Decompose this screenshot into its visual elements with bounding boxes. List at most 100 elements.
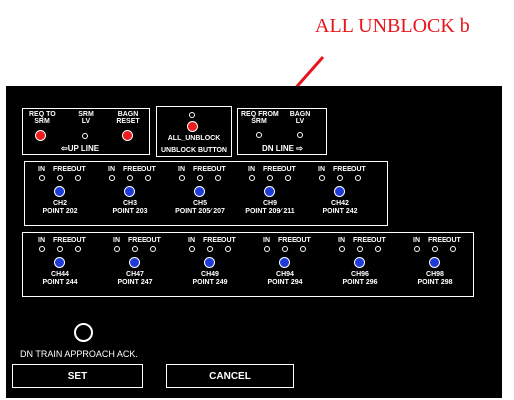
dn-line-caption: DN LINE ⇨ xyxy=(262,144,303,153)
channel-label: CH42 xyxy=(331,200,349,207)
point-label: POINT 249 xyxy=(192,279,228,286)
indicator-in-lamp xyxy=(189,246,195,252)
indicator-out-label: OUT xyxy=(221,237,236,244)
indicator-in-label: IN xyxy=(188,237,195,244)
indicator-free-label: FREE xyxy=(278,237,297,244)
indicator-in-label: IN xyxy=(338,237,345,244)
point-label: POINT 244 xyxy=(42,279,78,286)
unblock-button-caption: UNBLOCK BUTTON xyxy=(161,147,227,154)
point-button[interactable] xyxy=(429,257,440,268)
point-label: POINT 247 xyxy=(117,279,153,286)
indicator-in-lamp xyxy=(39,175,45,181)
points-row-1: IN FREE OUT CH2 POINT 202 IN FREE OUT CH3 POINT 2… xyxy=(24,161,388,226)
point-label: POINT 294 xyxy=(267,279,303,286)
all-unblock-button[interactable] xyxy=(187,121,198,132)
point-label: POINT 202 xyxy=(42,208,78,215)
indicator-free-lamp xyxy=(432,246,438,252)
point-button[interactable] xyxy=(54,186,65,197)
point-group: IN FREE OUT CH42 POINT 242 xyxy=(318,162,380,226)
indicator-free-label: FREE xyxy=(203,237,222,244)
indicator-free-lamp xyxy=(132,246,138,252)
dn-train-approach-ack-lamp[interactable] xyxy=(74,323,93,342)
channel-label: CH44 xyxy=(51,271,69,278)
bagn-lv-lamp xyxy=(297,132,303,138)
indicator-free-lamp xyxy=(267,175,273,181)
indicator-free-label: FREE xyxy=(128,237,147,244)
point-button[interactable] xyxy=(354,257,365,268)
point-button[interactable] xyxy=(124,186,135,197)
point-group: IN FREE OUT CH49 POINT 249 xyxy=(188,233,250,297)
req-to-srm-label: REQ TO SRM xyxy=(29,111,56,125)
indicator-out-label: OUT xyxy=(141,166,156,173)
indicator-free-label: FREE xyxy=(123,166,142,173)
indicator-free-lamp xyxy=(57,246,63,252)
indicator-in-lamp xyxy=(39,246,45,252)
channel-label: CH3 xyxy=(122,200,137,207)
indicator-in-label: IN xyxy=(178,166,185,173)
srm-lv-lamp xyxy=(82,133,88,139)
indicator-in-lamp xyxy=(414,246,420,252)
channel-label: CH94 xyxy=(276,271,294,278)
channel-label: CH5 xyxy=(192,200,207,207)
point-group: IN FREE OUT CH47 POINT 247 xyxy=(113,233,175,297)
indicator-out-label: OUT xyxy=(71,237,86,244)
indicator-out-lamp xyxy=(355,175,361,181)
indicator-in-label: IN xyxy=(263,237,270,244)
points-row-2: IN FREE OUT CH44 POINT 244 IN FREE OUT CH47 POINT… xyxy=(22,232,474,297)
indicator-out-label: OUT xyxy=(146,237,161,244)
indicator-free-label: FREE xyxy=(428,237,447,244)
req-from-srm-lamp xyxy=(256,132,262,138)
unblock-box: ALL_UNBLOCK UNBLOCK BUTTON xyxy=(156,106,232,157)
point-button[interactable] xyxy=(279,257,290,268)
indicator-free-lamp xyxy=(127,175,133,181)
point-group: IN FREE OUT CH9 POINT 209⁄ 211 xyxy=(245,162,310,226)
indicator-free-label: FREE xyxy=(353,237,372,244)
indicator-out-label: OUT xyxy=(351,166,366,173)
point-label: POINT 296 xyxy=(342,279,378,286)
indicator-free-lamp xyxy=(357,246,363,252)
channel-label: CH96 xyxy=(351,271,369,278)
indicator-in-label: IN xyxy=(108,166,115,173)
indicator-out-label: OUT xyxy=(281,166,296,173)
indicator-free-label: FREE xyxy=(193,166,212,173)
indicator-in-label: IN xyxy=(113,237,120,244)
point-button[interactable] xyxy=(264,186,275,197)
bagn-reset-label: BAGN RESET xyxy=(116,111,140,125)
point-group: IN FREE OUT CH2 POINT 202 xyxy=(38,162,100,226)
indicator-in-lamp xyxy=(249,175,255,181)
all-unblock-label: ALL_UNBLOCK xyxy=(167,135,221,142)
point-group: IN FREE OUT CH96 POINT 296 xyxy=(338,233,400,297)
indicator-in-lamp xyxy=(319,175,325,181)
point-button[interactable] xyxy=(334,186,345,197)
cancel-button[interactable]: CANCEL xyxy=(166,364,294,388)
indicator-in-label: IN xyxy=(413,237,420,244)
indicator-in-lamp xyxy=(179,175,185,181)
indicator-free-label: FREE xyxy=(53,237,72,244)
indicator-free-label: FREE xyxy=(333,166,352,173)
point-group: IN FREE OUT CH98 POINT 298 xyxy=(413,233,475,297)
up-line-box: REQ TO SRM SRM LV BAGN RESET ⇦UP LINE xyxy=(22,108,150,155)
indicator-out-label: OUT xyxy=(296,237,311,244)
indicator-out-lamp xyxy=(375,246,381,252)
srm-lv-label: SRM LV xyxy=(78,111,94,125)
set-button[interactable]: SET xyxy=(12,364,143,388)
indicator-out-lamp xyxy=(300,246,306,252)
up-line-caption: ⇦UP LINE xyxy=(61,144,100,153)
point-button[interactable] xyxy=(129,257,140,268)
dn-line-box: REQ FROM SRM BAGN LV DN LINE ⇨ xyxy=(237,108,327,155)
req-to-srm-led[interactable] xyxy=(35,130,46,141)
point-label: POINT 298 xyxy=(417,279,453,286)
point-button[interactable] xyxy=(54,257,65,268)
channel-label: CH49 xyxy=(201,271,219,278)
indicator-out-lamp xyxy=(225,246,231,252)
indicator-free-lamp xyxy=(337,175,343,181)
dn-train-approach-ack-label: DN TRAIN APPROACH ACK. xyxy=(20,349,138,359)
point-button[interactable] xyxy=(194,186,205,197)
indicator-in-label: IN xyxy=(38,237,45,244)
bagn-reset-led[interactable] xyxy=(122,130,133,141)
point-label: POINT 209⁄ 211 xyxy=(245,208,295,215)
indicator-in-lamp xyxy=(114,246,120,252)
indicator-free-lamp xyxy=(57,175,63,181)
point-button[interactable] xyxy=(204,257,215,268)
indicator-in-lamp xyxy=(339,246,345,252)
